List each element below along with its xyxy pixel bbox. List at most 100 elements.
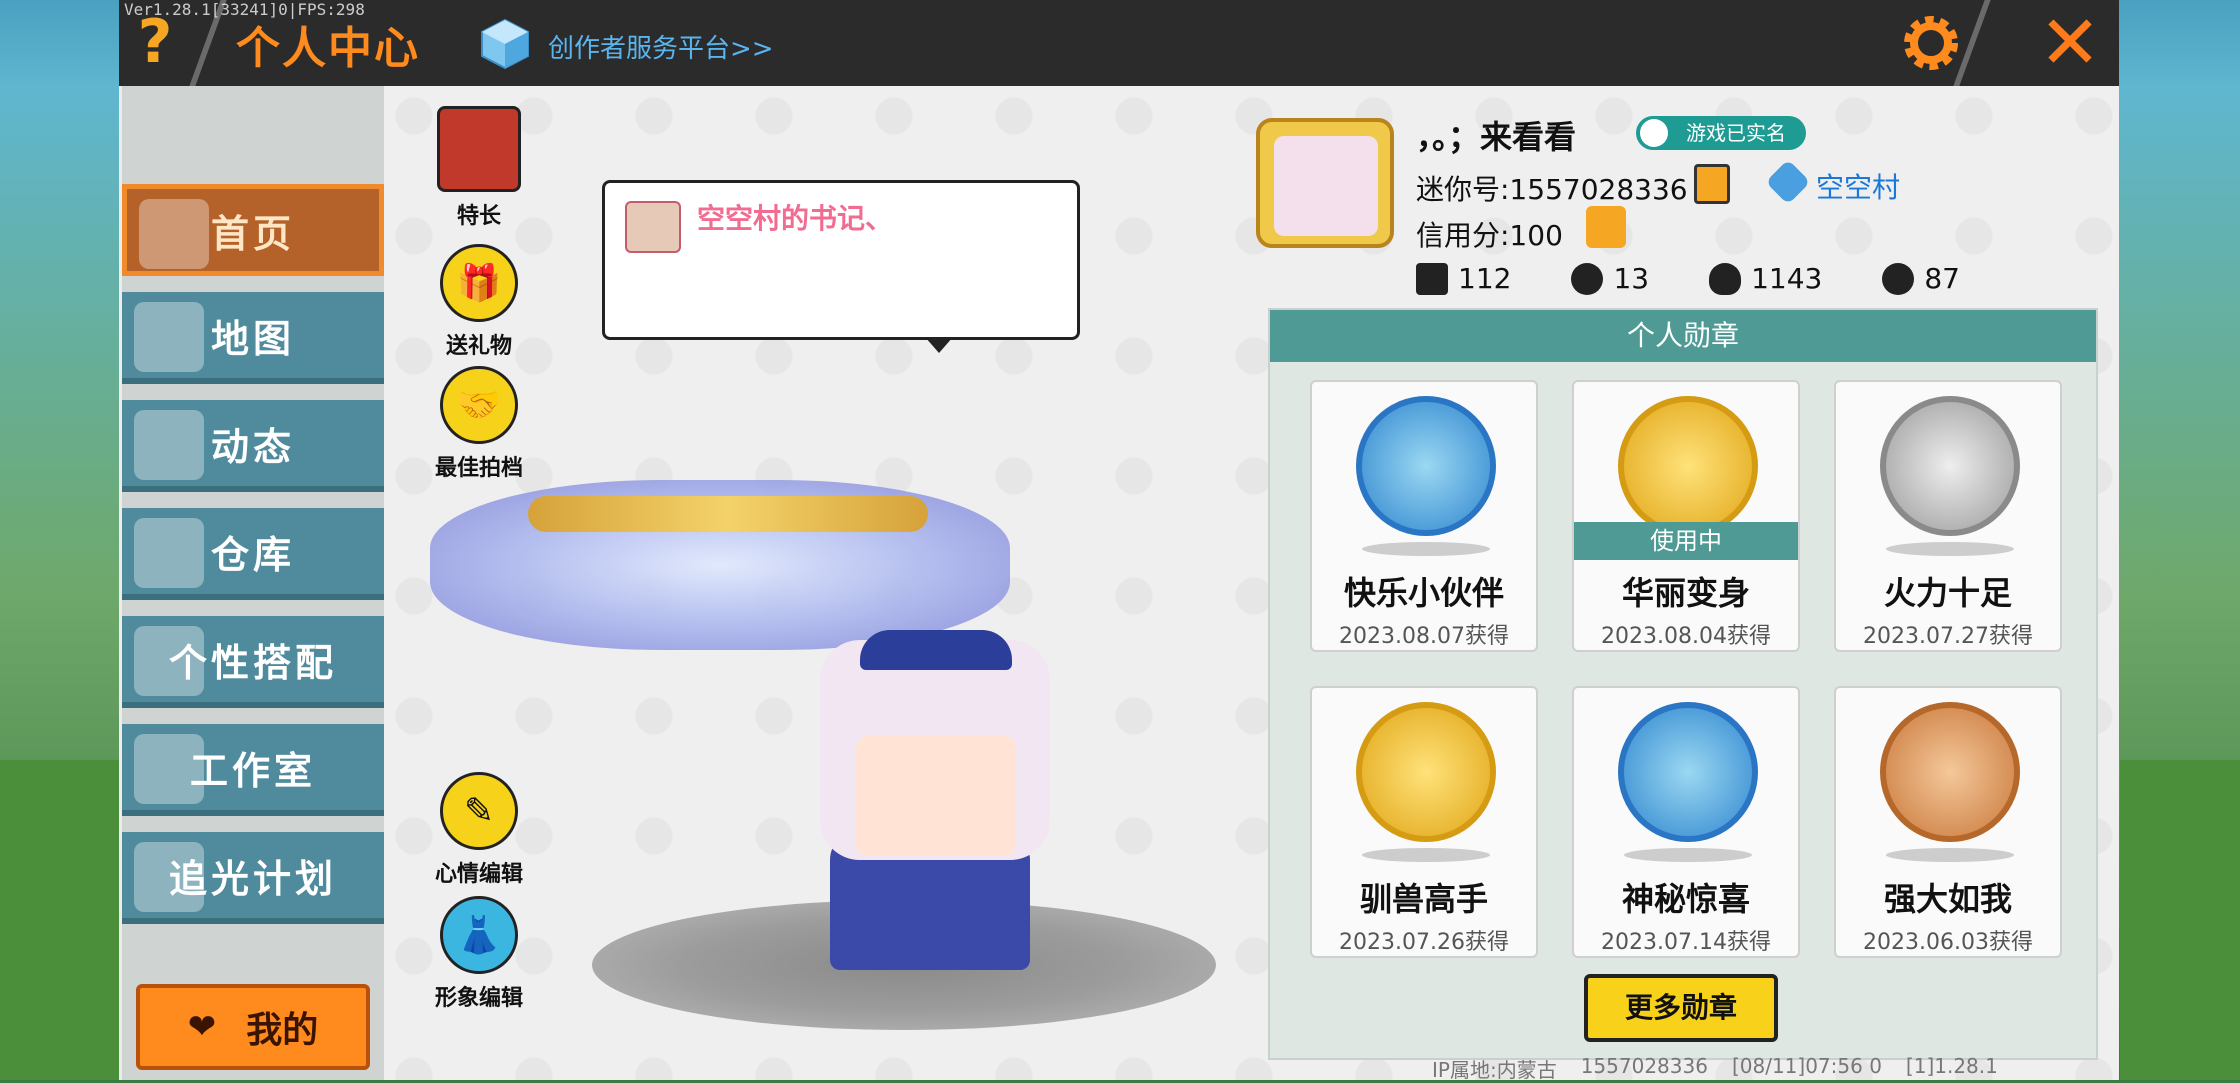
flame-icon [1709, 262, 1742, 295]
specialty-button[interactable]: 特长 [424, 106, 534, 230]
mine-label: 我的 [246, 1010, 319, 1051]
page-title: 个人中心 [236, 23, 420, 74]
fans-stat: 13 [1571, 262, 1649, 295]
like-icon [1416, 262, 1448, 295]
best-partner-button[interactable]: 🤝 最佳拍档 [424, 366, 534, 482]
bubble-tail [925, 337, 953, 353]
medals-panel: 个人勋章 快乐小伙伴 2023.08.07获得 使用中 华丽变身 2023.08… [1268, 308, 2098, 1060]
medal-card[interactable]: 火力十足 2023.07.27获得 [1834, 380, 2062, 652]
left-nav: 首页 地图 动态 仓库 个性搭配 工作室 追光计划 [122, 86, 384, 1080]
medal-icon [1880, 702, 2020, 842]
medal-shadow [1362, 848, 1490, 862]
medal-shadow [1624, 848, 1752, 862]
nav-item-feed[interactable]: 动态 [122, 400, 384, 492]
medals-title: 个人勋章 [1270, 310, 2096, 362]
mood-text: 空空村的书记、 [697, 202, 894, 235]
footer-build: [1]1.28.1 [1905, 1054, 1998, 1078]
nav-item-studio[interactable]: 工作室 [122, 724, 384, 816]
user-check-icon [1640, 119, 1668, 147]
outfit-edit-icon: 👗 [440, 896, 518, 974]
medal-icon [1356, 702, 1496, 842]
fans-count: 13 [1613, 262, 1650, 295]
handshake-icon: 🤝 [440, 366, 518, 444]
likes-stat: 112 [1416, 262, 1511, 295]
stats-row: 112 13 1143 87 [1416, 262, 1960, 295]
nav-item-home[interactable]: 首页 [122, 184, 384, 276]
medal-shadow [1886, 848, 2014, 862]
hearts-count: 87 [1924, 262, 1960, 295]
mood-speech-bubble[interactable]: 空空村的书记、 [602, 180, 1080, 353]
copy-icon[interactable] [1694, 164, 1730, 204]
gift-button[interactable]: 🎁 送礼物 [424, 244, 534, 360]
verified-badge: 游戏已实名 [1636, 116, 1806, 150]
map-icon [134, 302, 204, 372]
specialty-icon [437, 106, 521, 192]
character-hat [860, 630, 1012, 670]
medal-card[interactable]: 强大如我 2023.06.03获得 [1834, 686, 2062, 958]
in-use-badge: 使用中 [1574, 522, 1798, 560]
bell-icon [134, 410, 204, 480]
gear-icon[interactable] [1896, 8, 1966, 78]
close-button[interactable]: ✕ [2030, 6, 2110, 80]
character-face [856, 736, 1016, 856]
gift-label: 送礼物 [445, 334, 512, 359]
edit-icon: ✎ [440, 772, 518, 850]
mood-edit-label: 心情编辑 [434, 862, 523, 887]
nav-item-light-plan[interactable]: 追光计划 [122, 832, 384, 924]
house-icon [134, 518, 204, 588]
hearts-stat: 87 [1882, 262, 1960, 295]
grass-left [0, 760, 120, 1080]
help-button[interactable]: ? [132, 12, 178, 72]
nav-item-map[interactable]: 地图 [122, 292, 384, 384]
nav-item-outfit[interactable]: 个性搭配 [122, 616, 384, 708]
medal-name: 快乐小伙伴 [1343, 574, 1504, 612]
medal-date: 2023.06.03获得 [1863, 930, 2033, 955]
mini-id: 迷你号:1557028336 [1416, 173, 1688, 206]
mine-button[interactable]: ❤ 我的 [136, 984, 370, 1070]
nav-label: 地图 [210, 316, 295, 361]
image-edit-button[interactable]: 👗 形象编辑 [424, 896, 534, 1012]
avatar[interactable] [1256, 118, 1394, 248]
medal-date: 2023.07.27获得 [1863, 624, 2033, 649]
grass-right [2120, 760, 2240, 1080]
medal-card[interactable]: 快乐小伙伴 2023.08.07获得 [1310, 380, 1538, 652]
mood-edit-button[interactable]: ✎ 心情编辑 [424, 772, 534, 888]
medal-icon [1618, 396, 1758, 536]
player-name: ，。；来看看 [1416, 118, 1577, 156]
best-partner-label: 最佳拍档 [434, 456, 523, 481]
medal-name: 火力十足 [1883, 574, 2012, 612]
medal-date: 2023.07.14获得 [1601, 930, 1771, 955]
hearts-icon [1882, 262, 1915, 295]
verified-label: 游戏已实名 [1686, 121, 1786, 145]
medal-card[interactable]: 神秘惊喜 2023.07.14获得 [1572, 686, 1800, 958]
medal-name: 强大如我 [1883, 880, 2012, 918]
outfit-icon [134, 626, 204, 696]
medal-date: 2023.08.04获得 [1601, 624, 1771, 649]
nav-label: 首页 [210, 211, 295, 256]
creator-platform-link[interactable]: 创作者服务平台>> [548, 28, 774, 65]
cube-icon[interactable] [478, 16, 532, 70]
nav-label: 工作室 [189, 748, 316, 793]
medal-name: 神秘惊喜 [1621, 880, 1750, 918]
gift-icon: 🎁 [440, 244, 518, 322]
nav-item-warehouse[interactable]: 仓库 [122, 508, 384, 600]
medal-icon [1880, 396, 2020, 536]
hot-stat: 1143 [1709, 262, 1822, 295]
heart-icon: ❤ [187, 1007, 217, 1047]
footer-id: 1557028336 [1580, 1054, 1708, 1078]
credit-icon[interactable] [1586, 206, 1626, 248]
medal-shadow [1886, 542, 2014, 556]
more-medals-button[interactable]: 更多勋章 [1584, 974, 1778, 1042]
crown-ornament [528, 496, 928, 532]
nav-label: 动态 [210, 424, 295, 469]
avatar-image [1274, 136, 1378, 236]
medal-name: 华丽变身 [1621, 574, 1750, 612]
credit-score: 信用分:100 [1416, 219, 1563, 252]
village-link[interactable]: 空空村 [1816, 166, 1900, 206]
medal-card[interactable]: 驯兽高手 2023.07.26获得 [1310, 686, 1538, 958]
home-icon [139, 199, 209, 269]
medal-shadow [1362, 542, 1490, 556]
medal-card[interactable]: 使用中 华丽变身 2023.08.04获得 [1572, 380, 1800, 652]
medal-icon [1356, 396, 1496, 536]
medal-date: 2023.08.07获得 [1339, 624, 1509, 649]
